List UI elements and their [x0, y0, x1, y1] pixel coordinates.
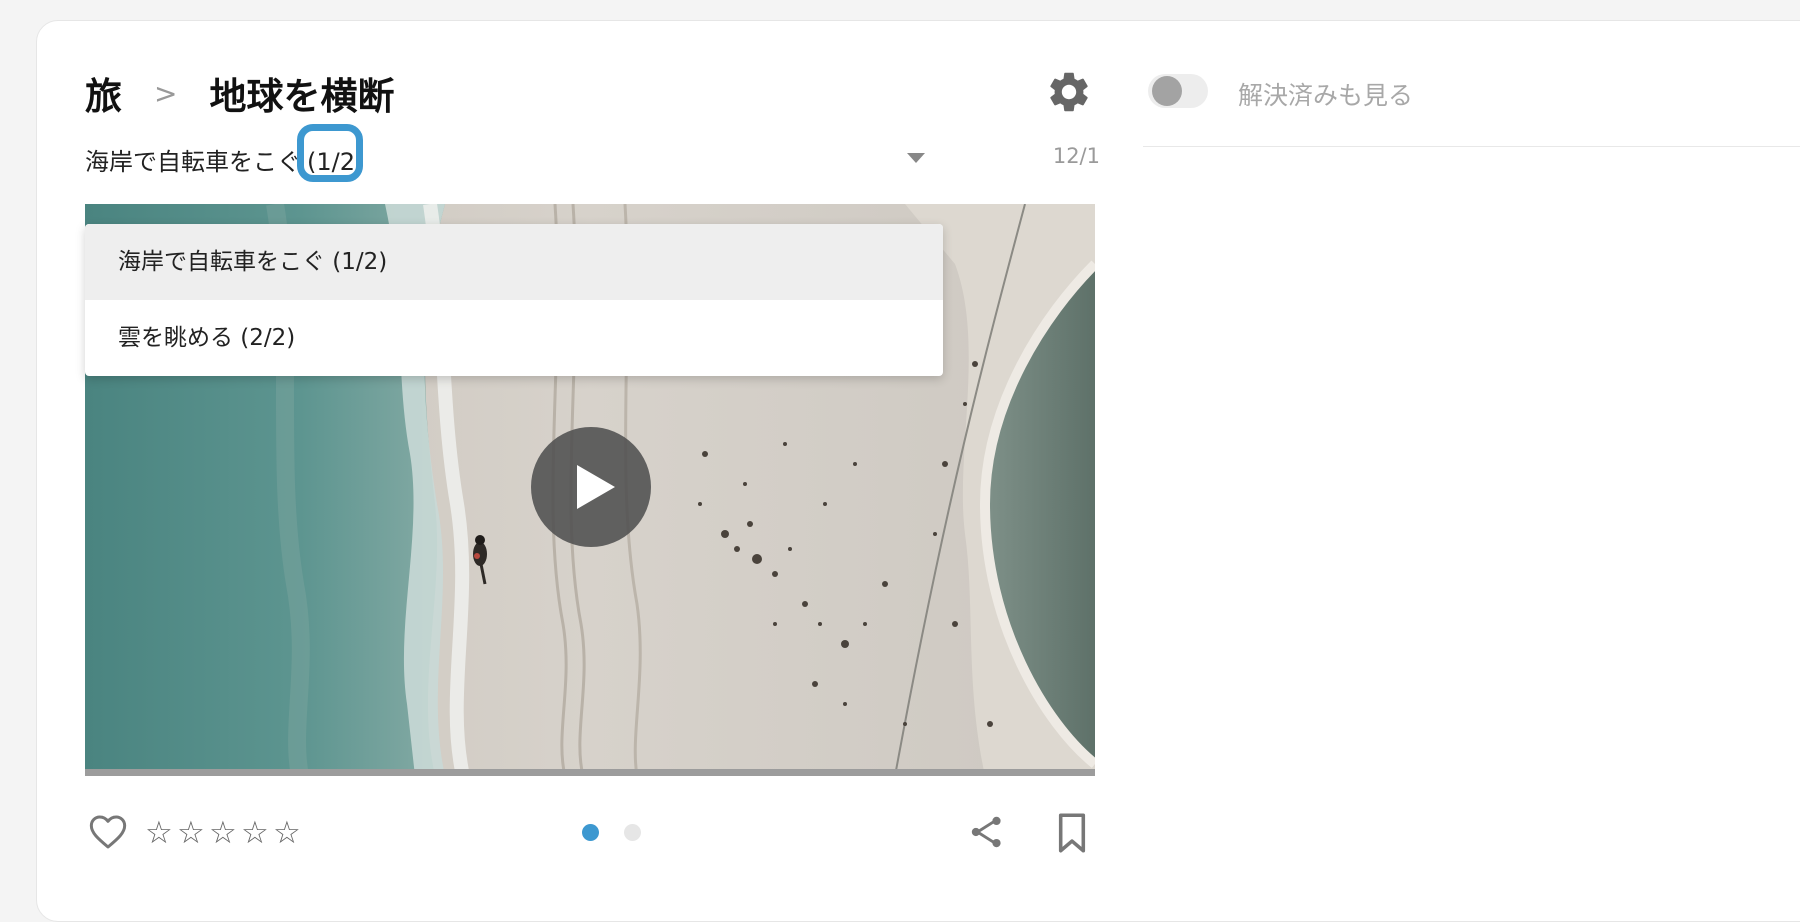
star-icon[interactable]: ☆ [177, 818, 209, 849]
pagination-dot[interactable] [624, 824, 641, 841]
breadcrumb-current: 地球を横断 [209, 75, 395, 118]
gear-icon[interactable] [1045, 68, 1093, 116]
toggle-knob [1152, 76, 1182, 106]
post-select-dropdown: 海岸で自転車をこぐ (1/2) 雲を眺める (2/2) [85, 224, 943, 376]
breadcrumb: 旅 > 地球を横断 [85, 66, 394, 120]
video-progress-bar[interactable] [85, 769, 1095, 776]
star-icon[interactable]: ☆ [209, 818, 241, 849]
filter-panel: 解決済みも見る [1143, 64, 1800, 147]
star-icon[interactable]: ☆ [145, 818, 177, 849]
chevron-down-icon[interactable] [907, 153, 925, 163]
dropdown-option-1[interactable]: 海岸で自転車をこぐ (1/2) [85, 224, 943, 300]
pagination-dot-active[interactable] [582, 824, 599, 841]
heart-icon[interactable] [87, 812, 129, 852]
dropdown-option-2[interactable]: 雲を眺める (2/2) [85, 300, 943, 376]
breadcrumb-parent[interactable]: 旅 [85, 66, 122, 120]
post-title-text: 海岸で自転車をこぐ [85, 148, 301, 176]
post-title-row: 海岸で自転車をこぐ (1/2) 12/1 [85, 124, 1100, 182]
play-button[interactable] [531, 427, 651, 547]
rating-stars: ☆ ☆ ☆ ☆ ☆ [145, 818, 305, 849]
show-resolved-label: 解決済みも見る [1238, 81, 1414, 110]
post-date: 12/1 [1052, 144, 1100, 168]
post-actions: ☆ ☆ ☆ ☆ ☆ [85, 808, 1095, 858]
share-icon[interactable] [967, 813, 1007, 851]
star-icon[interactable]: ☆ [241, 818, 273, 849]
show-resolved-toggle[interactable] [1148, 74, 1208, 108]
breadcrumb-separator: > [154, 76, 178, 110]
bookmark-icon[interactable] [1055, 812, 1089, 854]
count-highlight-ring [297, 124, 363, 182]
star-icon[interactable]: ☆ [273, 818, 305, 849]
